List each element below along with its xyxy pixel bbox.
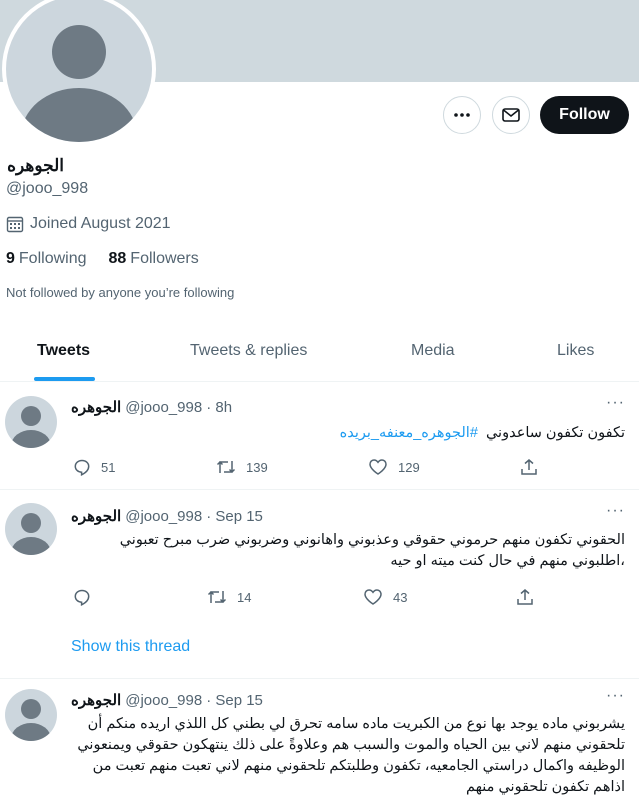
tweet-author-handle[interactable]: @jooo_998 — [125, 399, 202, 416]
share-icon — [517, 589, 533, 605]
profile-handle: @jooo_998 — [6, 180, 89, 197]
tweet-text: يشربوني ماده يوجد بها نوع من الكبريت ماد… — [77, 716, 625, 795]
reply-icon — [74, 589, 90, 606]
joined-date: Joined August 2021 — [6, 215, 171, 233]
tweet-header: الجوهره @jooo_998 · Sep 15 — [71, 691, 263, 709]
avatar[interactable] — [5, 503, 57, 555]
reply-icon — [74, 459, 90, 476]
tweet-author-name[interactable]: الجوهره — [71, 507, 121, 525]
share-button[interactable] — [516, 588, 534, 606]
default-avatar-icon — [11, 406, 51, 448]
profile-avatar[interactable] — [2, 0, 156, 146]
tweet-text: تكفون تكفون ساعدوني #الجوهره_معنفه_بريده — [339, 425, 625, 441]
tweet[interactable]: الجوهره @jooo_998 · 8h ··· تكفون تكفون س… — [0, 382, 639, 490]
follow-counts: 9 Following 88 Followers — [6, 250, 199, 268]
joined-label: Joined August 2021 — [30, 215, 171, 232]
avatar[interactable] — [5, 689, 57, 741]
tweet-time[interactable]: · 8h — [206, 399, 232, 416]
tweet-more-icon[interactable]: ··· — [606, 394, 625, 412]
tab-media[interactable]: Media — [411, 342, 455, 360]
not-followed-note: Not followed by anyone you’re following — [6, 285, 235, 300]
tweet-author-name[interactable]: الجوهره — [71, 691, 121, 709]
reply-button[interactable] — [73, 588, 101, 606]
heart-icon — [369, 459, 387, 475]
default-avatar-icon — [21, 25, 137, 142]
followers-link[interactable]: 88 Followers — [109, 250, 199, 268]
retweet-icon — [207, 590, 227, 604]
like-button[interactable]: 43 — [363, 588, 407, 606]
tweet-author-name[interactable]: الجوهره — [71, 398, 121, 416]
message-button[interactable] — [492, 96, 530, 134]
profile-tabs: Tweets Tweets & replies Media Likes — [0, 330, 639, 382]
active-tab-indicator — [34, 377, 95, 381]
tweet-time[interactable]: · Sep 15 — [206, 508, 263, 525]
tab-tweets[interactable]: Tweets — [37, 342, 90, 360]
tweet-header: الجوهره @jooo_998 · 8h — [71, 398, 232, 416]
tweet-more-icon[interactable]: ··· — [606, 502, 625, 520]
default-avatar-icon — [11, 699, 51, 741]
retweet-button[interactable]: 14 — [207, 588, 251, 606]
tweet[interactable]: الجوهره @jooo_998 · Sep 15 ··· يشربوني م… — [0, 679, 639, 807]
tweet-author-handle[interactable]: @jooo_998 — [125, 508, 202, 525]
tweet-author-handle[interactable]: @jooo_998 — [125, 692, 202, 709]
hashtag-link[interactable]: #الجوهره_معنفه_بريده — [340, 425, 478, 441]
calendar-icon — [6, 216, 24, 233]
retweet-icon — [216, 460, 236, 474]
avatar[interactable] — [5, 396, 57, 448]
default-avatar-icon — [11, 513, 51, 555]
display-name: الجوهره — [7, 156, 64, 175]
more-button[interactable] — [443, 96, 481, 134]
tweet-text: الحقوني تكفون منهم حرموني حقوقي وعذبوني … — [119, 532, 625, 569]
follow-button[interactable]: Follow — [540, 96, 629, 134]
following-link[interactable]: 9 Following — [6, 250, 87, 268]
show-thread-link[interactable]: Show this thread — [71, 638, 190, 656]
heart-icon — [364, 589, 382, 605]
reply-button[interactable]: 51 — [73, 458, 115, 476]
like-button[interactable]: 129 — [368, 458, 420, 476]
tweet-header: الجوهره @jooo_998 · Sep 15 — [71, 507, 263, 525]
tweet-time[interactable]: · Sep 15 — [206, 692, 263, 709]
share-button[interactable] — [520, 458, 538, 476]
tab-tweets-replies[interactable]: Tweets & replies — [190, 342, 307, 360]
more-icon — [454, 113, 470, 117]
retweet-button[interactable]: 139 — [216, 458, 268, 476]
tweet-more-icon[interactable]: ··· — [606, 687, 625, 705]
share-icon — [521, 459, 537, 475]
tab-likes[interactable]: Likes — [557, 342, 594, 360]
envelope-icon — [502, 108, 520, 122]
